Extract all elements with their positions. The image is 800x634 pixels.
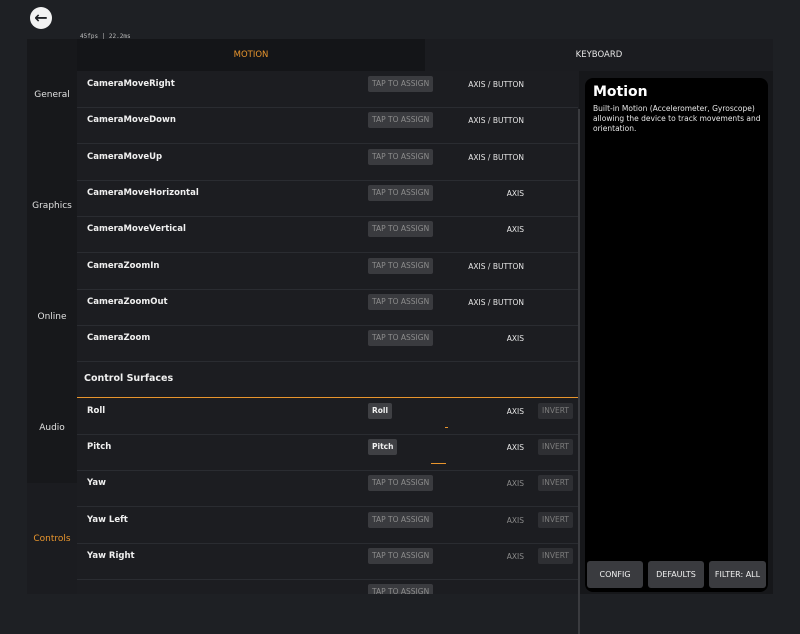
invert-toggle[interactable]: INVERT — [538, 402, 573, 419]
sidebar-item-audio[interactable]: Audio — [27, 372, 77, 483]
info-panel: Motion Built-in Motion (Accelerometer, G… — [585, 78, 768, 592]
binding-row: CameraZoom TAP TO ASSIGN AXIS — [77, 325, 578, 363]
binding-row: CameraMoveDown TAP TO ASSIGN AXIS / BUTTON — [77, 107, 578, 145]
axis-type: AXIS — [506, 515, 524, 525]
sidebar-item-label: Audio — [39, 422, 65, 433]
binding-row: Roll Roll AXIS INVERT — [77, 398, 578, 435]
axis-indicator — [431, 463, 446, 464]
axis-type: AXIS / BUTTON — [468, 261, 524, 271]
invert-toggle[interactable]: INVERT — [538, 511, 573, 528]
sidebar-item-label: General — [34, 89, 70, 100]
binding-name: CameraZoomIn — [87, 260, 160, 271]
binding-row: CameraMoveVertical TAP TO ASSIGN AXIS — [77, 216, 578, 254]
axis-type: AXIS — [506, 406, 524, 416]
axis-type: AXIS — [506, 225, 524, 235]
axis-type: AXIS — [506, 551, 524, 561]
sidebar-item-label: Graphics — [32, 200, 72, 211]
invert-toggle[interactable]: INVERT — [538, 547, 573, 564]
info-description: Built-in Motion (Accelerometer, Gyroscop… — [593, 104, 761, 133]
binding-row: TAP TO ASSIGN — [77, 579, 578, 594]
binding-list[interactable]: CameraMoveRight TAP TO ASSIGN AXIS / BUTTO… — [77, 71, 579, 594]
binding-name: Roll — [87, 405, 106, 416]
assign-button[interactable]: Roll — [368, 402, 393, 419]
tab-keyboard[interactable]: KEYBOARD — [425, 39, 773, 71]
scrollbar[interactable] — [578, 109, 580, 634]
binding-row: CameraMoveHorizontal TAP TO ASSIGN AXIS — [77, 180, 578, 217]
binding-row: Pitch Pitch AXIS INVERT — [77, 434, 578, 471]
binding-name: CameraMoveRight — [87, 79, 175, 89]
axis-type: AXIS — [506, 479, 524, 489]
invert-toggle[interactable]: INVERT — [538, 439, 573, 455]
sidebar-item-controls[interactable]: Controls — [27, 483, 77, 594]
binding-name: CameraMoveVertical — [87, 224, 186, 235]
binding-name: Pitch — [87, 442, 112, 452]
assign-button[interactable]: TAP TO ASSIGN — [368, 112, 434, 129]
filter-button[interactable]: FILTER: ALL — [709, 561, 766, 588]
axis-type: AXIS / BUTTON — [468, 152, 524, 162]
section-header: Control Surfaces — [77, 361, 578, 399]
binding-row: CameraZoomIn TAP TO ASSIGN AXIS / BUTTON — [77, 253, 578, 290]
binding-row: CameraMoveUp TAP TO ASSIGN AXIS / BUTTON — [77, 144, 578, 181]
back-button[interactable]: ← — [30, 7, 52, 29]
assign-button[interactable]: Pitch — [368, 439, 398, 455]
sidebar-item-graphics[interactable]: Graphics — [27, 150, 77, 261]
binding-row: CameraZoomOut TAP TO ASSIGN AXIS / BUTTON — [77, 289, 578, 326]
axis-type: AXIS / BUTTON — [468, 297, 524, 307]
sidebar: General Graphics Online Audio Controls — [27, 39, 77, 594]
binding-row: Yaw Right TAP TO ASSIGN AXIS INVERT — [77, 543, 578, 580]
tab-bar: MOTION KEYBOARD — [77, 39, 773, 71]
binding-name: CameraMoveDown — [87, 115, 176, 126]
assign-button[interactable]: TAP TO ASSIGN — [368, 184, 434, 201]
invert-toggle[interactable]: INVERT — [538, 475, 573, 492]
axis-type: AXIS — [506, 188, 524, 198]
binding-name: CameraMoveHorizontal — [87, 187, 199, 198]
assign-button[interactable]: TAP TO ASSIGN — [368, 221, 434, 238]
binding-name: Yaw Right — [87, 550, 135, 561]
binding-name: CameraZoom — [87, 333, 151, 344]
binding-name: CameraZoomOut — [87, 296, 168, 307]
assign-button[interactable]: TAP TO ASSIGN — [368, 76, 434, 92]
binding-name: Yaw — [87, 478, 106, 489]
binding-row: Yaw TAP TO ASSIGN AXIS INVERT — [77, 470, 578, 508]
info-title: Motion — [593, 84, 648, 100]
sidebar-item-label: Controls — [33, 533, 71, 544]
axis-type: AXIS / BUTTON — [468, 116, 524, 126]
binding-name: CameraMoveUp — [87, 151, 163, 162]
sidebar-item-online[interactable]: Online — [27, 261, 77, 372]
assign-button[interactable]: TAP TO ASSIGN — [368, 547, 434, 564]
binding-row: Yaw Left TAP TO ASSIGN AXIS INVERT — [77, 507, 578, 544]
binding-name: Yaw Left — [87, 514, 128, 525]
assign-button[interactable]: TAP TO ASSIGN — [368, 475, 434, 492]
assign-button[interactable]: TAP TO ASSIGN — [368, 330, 434, 347]
binding-row: CameraMoveRight TAP TO ASSIGN AXIS / BUTTO… — [77, 71, 578, 108]
assign-button[interactable]: TAP TO ASSIGN — [368, 584, 434, 594]
arrow-left-icon: ← — [34, 8, 48, 27]
assign-button[interactable]: TAP TO ASSIGN — [368, 293, 434, 310]
sidebar-item-label: Online — [37, 311, 67, 322]
assign-button[interactable]: TAP TO ASSIGN — [368, 257, 434, 274]
axis-type: AXIS — [506, 443, 524, 452]
defaults-button[interactable]: DEFAULTS — [648, 561, 704, 588]
sidebar-item-general[interactable]: General — [27, 39, 77, 150]
section-title: Control Surfaces — [84, 373, 174, 385]
axis-type: AXIS / BUTTON — [468, 80, 524, 89]
config-button[interactable]: CONFIG — [587, 561, 643, 588]
assign-button[interactable]: TAP TO ASSIGN — [368, 511, 434, 528]
tab-motion[interactable]: MOTION — [77, 39, 425, 71]
axis-indicator — [445, 427, 448, 428]
axis-type: AXIS — [506, 334, 524, 344]
assign-button[interactable]: TAP TO ASSIGN — [368, 148, 434, 165]
